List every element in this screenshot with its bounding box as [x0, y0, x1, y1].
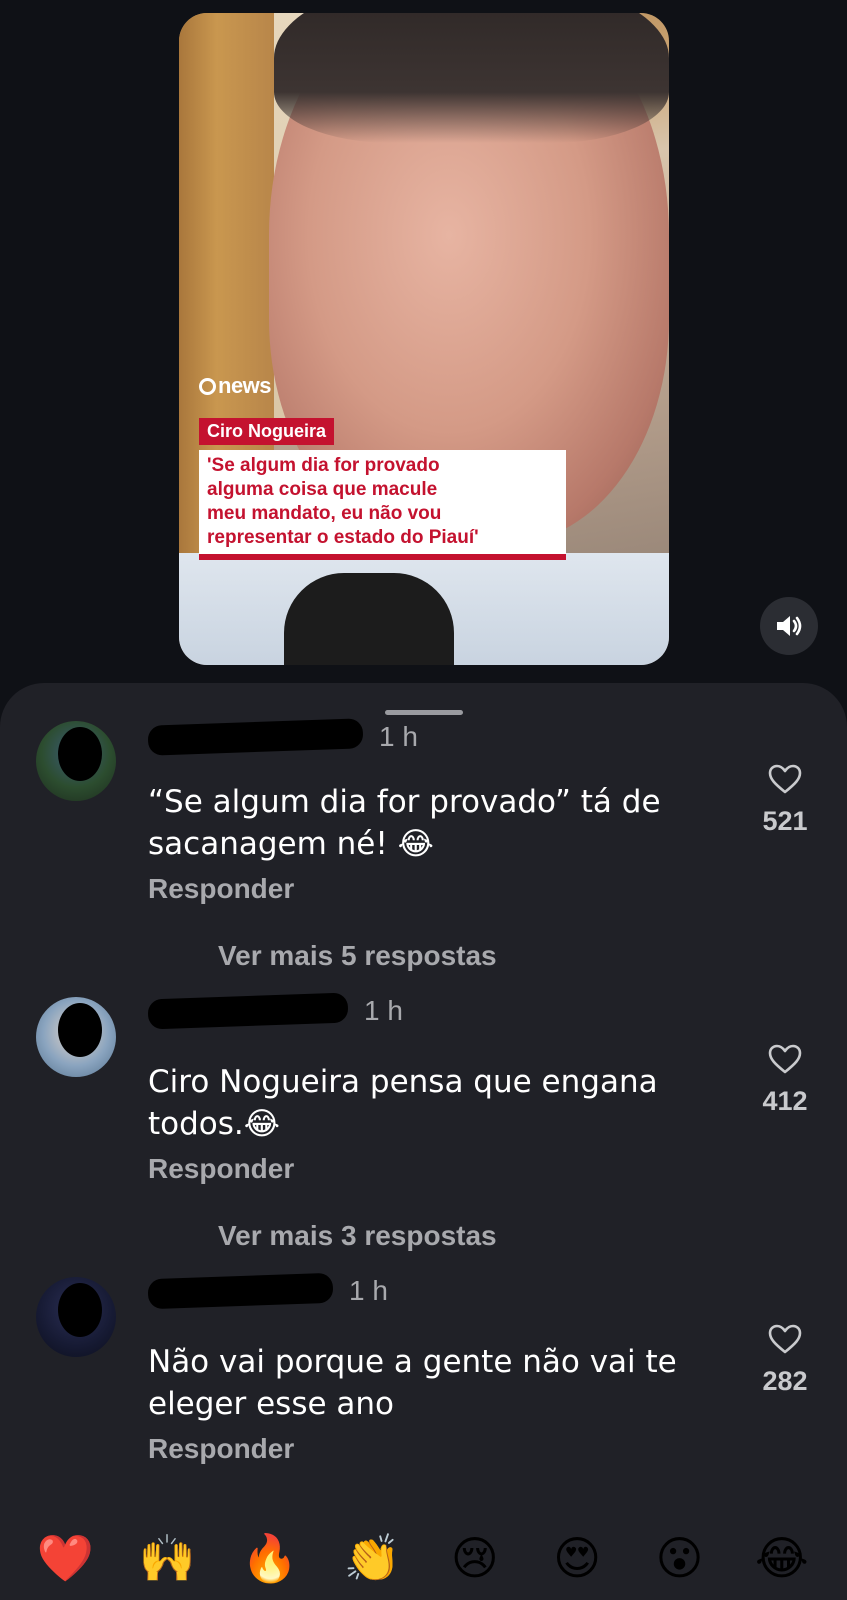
avatar-redaction — [58, 1003, 102, 1057]
username-redacted[interactable] — [147, 992, 349, 1030]
like-button[interactable]: 521 — [735, 763, 835, 837]
volume-button[interactable] — [760, 597, 818, 655]
comment-text: “Se algum dia for provado” tá de sacanag… — [148, 784, 661, 862]
comment-time: 1 h — [349, 1275, 388, 1306]
heart-icon — [768, 1044, 802, 1074]
laughing-emoji-button[interactable]: 😂 — [747, 1535, 817, 1581]
reply-button[interactable]: Responder — [148, 873, 294, 905]
heart-eyes-emoji-button[interactable]: 😍 — [542, 1535, 612, 1581]
volume-icon — [777, 616, 802, 636]
avatar[interactable] — [36, 721, 116, 801]
globe-icon — [199, 378, 216, 395]
avatar[interactable] — [36, 997, 116, 1077]
heart-icon — [768, 764, 802, 794]
microphone — [284, 573, 454, 665]
like-count: 412 — [762, 1086, 808, 1116]
heart-emoji-button[interactable]: ❤️ — [30, 1535, 100, 1581]
raised-hands-emoji-button[interactable]: 🙌 — [133, 1535, 203, 1581]
crying-emoji-button[interactable]: 😢 — [440, 1535, 510, 1581]
heart-icon — [768, 1324, 802, 1354]
clapping-emoji-button[interactable]: 👏 — [337, 1535, 407, 1581]
comment-text: Não vai porque a gente não vai te eleger… — [148, 1344, 677, 1422]
reply-button[interactable]: Responder — [148, 1433, 294, 1465]
quote-caption: 'Se algum dia for provado alguma coisa q… — [199, 450, 566, 560]
username-redacted[interactable] — [147, 1272, 334, 1310]
avatar-redaction — [58, 1283, 102, 1337]
screen: news Ciro Nogueira 'Se algum dia for pro… — [0, 0, 847, 1600]
username-redacted[interactable] — [147, 718, 364, 756]
video-person-hair — [274, 13, 669, 143]
comment-time: 1 h — [379, 721, 418, 752]
fire-emoji-button[interactable]: 🔥 — [235, 1535, 305, 1581]
like-button[interactable]: 412 — [735, 1043, 835, 1117]
like-button[interactable]: 282 — [735, 1323, 835, 1397]
avatar[interactable] — [36, 1277, 116, 1357]
video-player[interactable]: news Ciro Nogueira 'Se algum dia for pro… — [179, 13, 669, 665]
sheet-drag-handle[interactable] — [385, 710, 463, 715]
view-more-replies[interactable]: Ver mais 5 respostas — [218, 940, 497, 972]
comment-header: 1 h — [147, 717, 418, 757]
comment-header: 1 h — [147, 991, 403, 1031]
comment-time: 1 h — [364, 995, 403, 1026]
like-count: 521 — [762, 806, 808, 836]
speaker-name-tag: Ciro Nogueira — [199, 418, 335, 445]
comments-sheet[interactable]: 1 h “Se algum dia for provado” tá de sac… — [0, 683, 847, 1600]
reply-button[interactable]: Responder — [148, 1153, 294, 1185]
comment-header: 1 h — [147, 1271, 388, 1311]
avatar-redaction — [58, 727, 102, 781]
surprised-emoji-button[interactable]: 😮 — [644, 1535, 714, 1581]
news-logo: news — [199, 373, 272, 399]
comment-text: Ciro Nogueira pensa que engana todos.😂 — [148, 1064, 658, 1142]
like-count: 282 — [762, 1366, 808, 1396]
view-more-replies[interactable]: Ver mais 3 respostas — [218, 1220, 497, 1252]
emoji-reaction-bar: ❤️ 🙌 🔥 👏 😢 😍 😮 😂 — [0, 1523, 847, 1593]
